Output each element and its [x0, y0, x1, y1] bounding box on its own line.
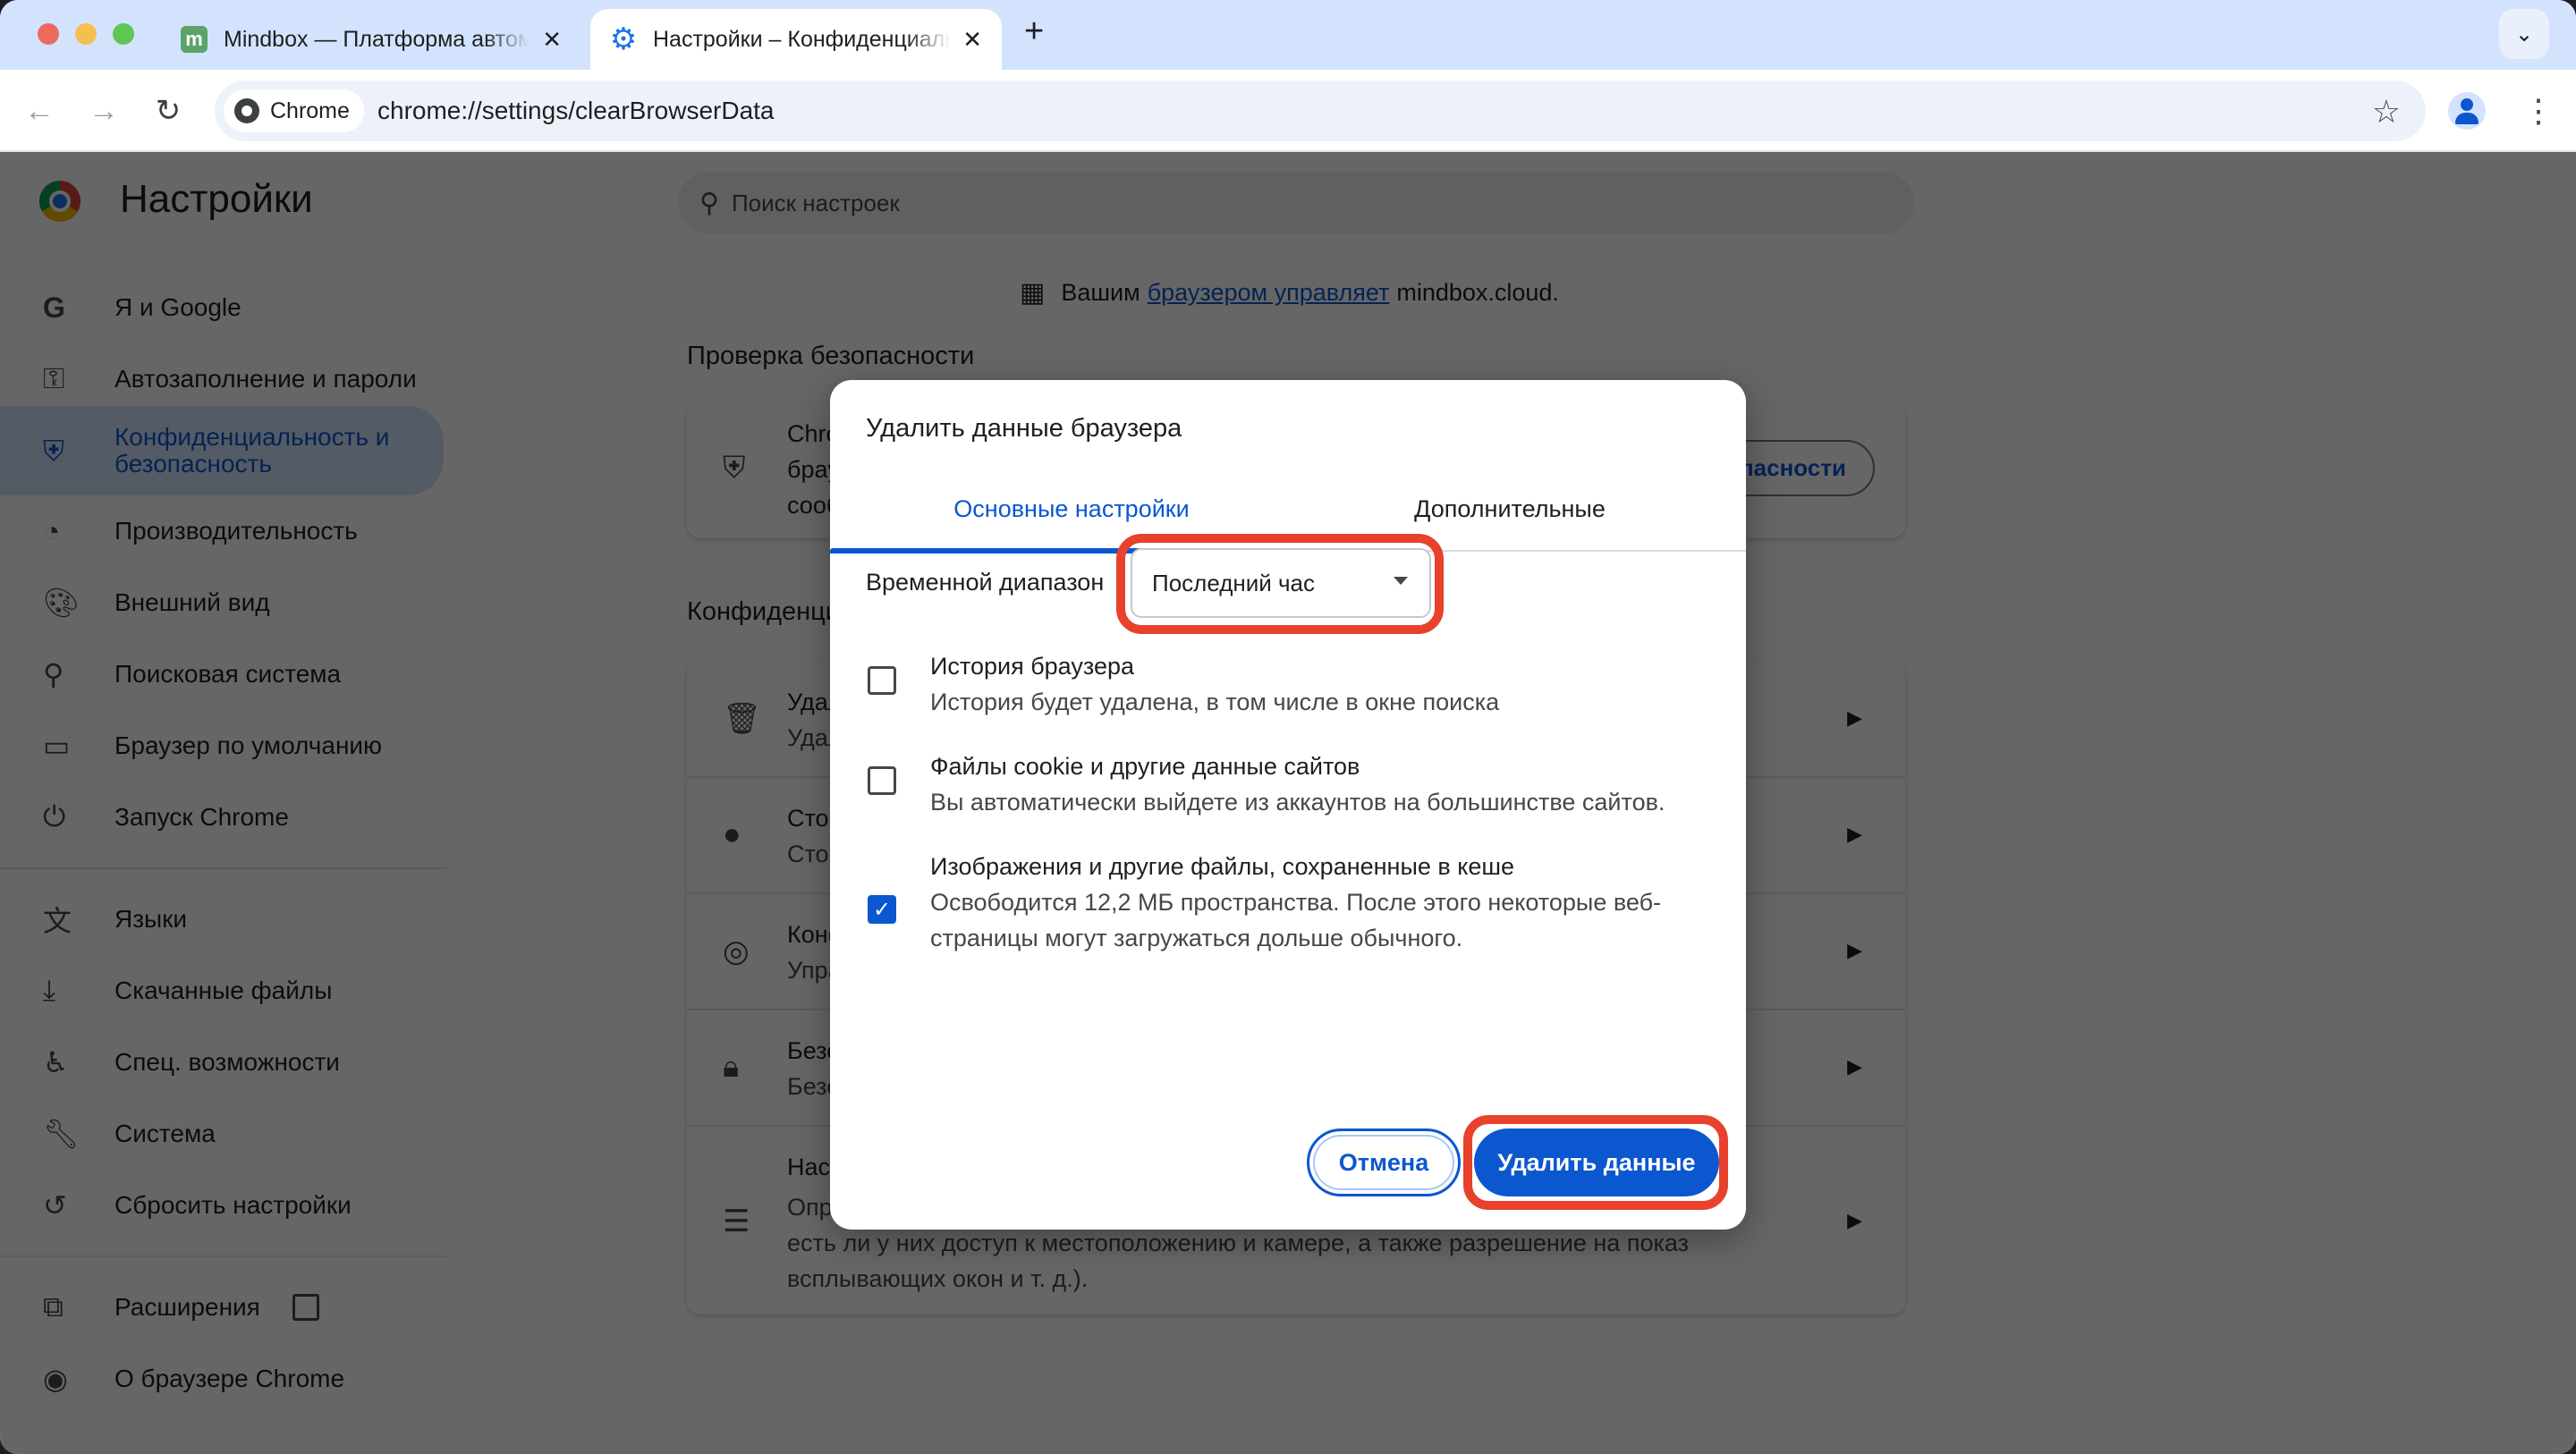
url-scheme: chrome://	[377, 97, 482, 124]
dialog-title: Удалить данные браузера	[866, 414, 1182, 443]
address-bar[interactable]: Chrome chrome://settings/clearBrowserDat…	[215, 80, 2426, 141]
delete-data-button[interactable]: Удалить данные	[1474, 1129, 1719, 1196]
new-tab-button[interactable]: +	[1024, 13, 1044, 51]
tab-title: Настройки – Конфиденциальность и безопас…	[653, 26, 950, 52]
back-button[interactable]: ←	[18, 89, 61, 132]
reload-icon: ↻	[155, 94, 182, 128]
close-tab-icon[interactable]: ✕	[542, 26, 562, 54]
site-info-chip[interactable]: Chrome	[224, 89, 364, 132]
tab-search-button[interactable]: ⌄	[2499, 9, 2549, 59]
person-icon-body	[2455, 113, 2479, 124]
url-text[interactable]: chrome://settings/clearBrowserData	[377, 80, 775, 141]
arrow-left-icon: ←	[24, 93, 55, 128]
option-description: Вы автоматически выйдете из аккаунтов на…	[930, 789, 1665, 816]
cache-checkbox[interactable]: ✓	[868, 895, 896, 924]
tab-settings[interactable]: ⚙ Настройки – Конфиденциальность и безоп…	[590, 9, 1002, 70]
chrome-icon	[234, 98, 259, 123]
close-tab-icon[interactable]: ✕	[962, 26, 982, 54]
forward-button[interactable]: →	[82, 89, 125, 132]
chip-label: Chrome	[270, 97, 350, 123]
tab-strip: m Mindbox — Платформа автоматизации марк…	[0, 0, 2576, 70]
toolbar: ← → ↻ Chrome chrome://settings/clearBrow…	[0, 70, 2576, 152]
url-path: /clearBrowserData	[568, 97, 775, 124]
profile-avatar[interactable]	[2448, 92, 2486, 130]
chevron-down-icon: ⌄	[2514, 21, 2534, 46]
option-description: История будет удалена, в том числе в окн…	[930, 689, 1500, 715]
reload-button[interactable]: ↻	[147, 89, 190, 132]
clear-browsing-data-dialog: Удалить данные браузера Основные настрой…	[830, 380, 1746, 1230]
browser-window: m Mindbox — Платформа автоматизации марк…	[0, 0, 2576, 1454]
more-menu-icon[interactable]: ⋮	[2522, 91, 2555, 131]
option-description: Освободится 12,2 МБ пространства. После …	[930, 889, 1662, 951]
option-title: Файлы cookie и другие данные сайтов	[930, 753, 1360, 780]
checkmark-icon: ✓	[872, 897, 892, 922]
history-checkbox[interactable]	[868, 666, 896, 695]
gear-icon: ⚙	[609, 22, 638, 56]
url-host: settings	[481, 97, 569, 124]
close-window-button[interactable]	[38, 23, 59, 45]
minimize-window-button[interactable]	[75, 23, 97, 45]
bookmark-star-icon[interactable]: ☆	[2372, 93, 2401, 131]
time-range-label: Временной диапазон	[866, 569, 1105, 596]
cookies-checkbox[interactable]	[868, 766, 896, 795]
window-controls	[38, 23, 134, 45]
maximize-window-button[interactable]	[113, 23, 134, 45]
option-title: История браузера	[930, 653, 1135, 680]
mindbox-favicon-icon: m	[181, 26, 208, 53]
option-title: Изображения и другие файлы, сохраненные …	[930, 853, 1515, 880]
cancel-button[interactable]: Отмена	[1307, 1129, 1461, 1196]
arrow-right-icon: →	[89, 93, 119, 128]
time-range-select[interactable]: Последний час	[1131, 548, 1431, 618]
time-range-value: Последний час	[1152, 569, 1316, 596]
tab-title: Mindbox — Платформа автоматизации маркет…	[224, 26, 530, 52]
dropdown-caret-icon	[1394, 577, 1408, 585]
person-icon	[2461, 98, 2473, 111]
tab-mindbox[interactable]: m Mindbox — Платформа автоматизации марк…	[161, 9, 581, 70]
